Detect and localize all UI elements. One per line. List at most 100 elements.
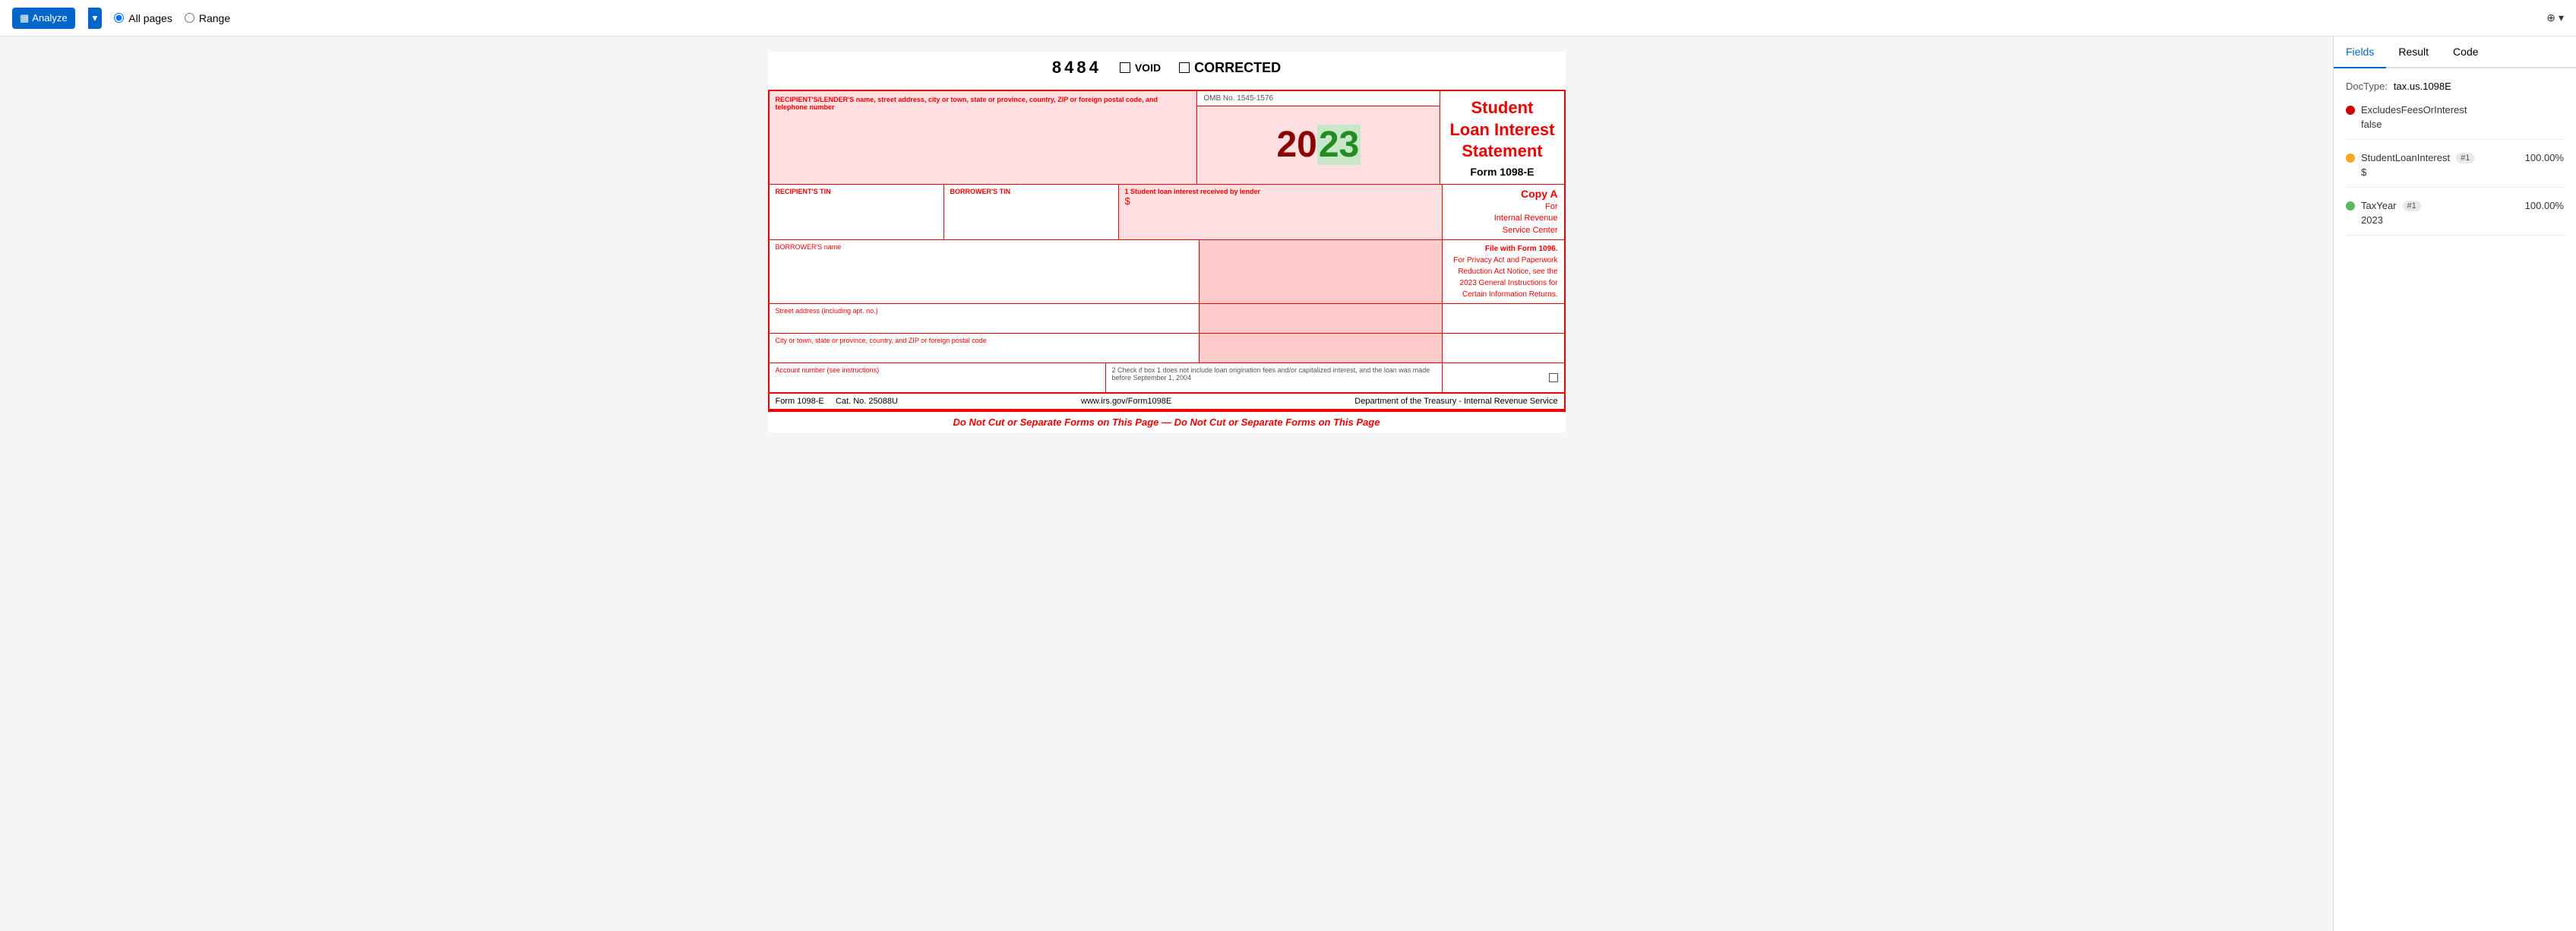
street-address-cell: Street address (including apt. no.) [770,304,1199,333]
field-header-studentloan: StudentLoanInterest #1 100.00% [2346,152,2564,163]
tab-code[interactable]: Code [2441,36,2490,68]
loan-interest-cell: 1 Student loan interest received by lend… [1119,185,1443,239]
chart-icon: ▦ [20,12,29,24]
tab-result[interactable]: Result [2386,36,2441,68]
doctype-value: tax.us.1098E [2394,81,2451,92]
city-cell: City or town, state or province, country… [770,334,1199,363]
account-row: Account number (see instructions) 2 Chec… [770,363,1564,393]
field-name-excludesfees: ExcludesFeesOrInterest [2361,104,2467,116]
dot-orange-studentloan [2346,154,2355,163]
dot-green-taxyear [2346,201,2355,211]
copy-a-section: Copy A For Internal Revenue Service Cent… [1443,185,1564,239]
document-area: 8484 VOID CORRECTED RECIPIENT'S/LENDER'S… [0,36,2333,931]
street-right-pink [1199,304,1443,333]
box2-checkbox-area [1443,363,1564,392]
field-tag-studentloan: #1 [2456,153,2474,163]
field-item-taxyear: TaxYear #1 100.00% 2023 [2346,200,2564,236]
panel-content: DocType: tax.us.1098E ExcludesFeesOrInte… [2334,68,2576,931]
top-bar: ▦ Analyze ▾ All pages Range ⊕ ▾ [0,0,2576,36]
borrower-name-row: BORROWER'S name File with Form 1096. For… [770,240,1564,304]
right-section-mid [1443,304,1564,333]
field-name-studentloan: StudentLoanInterest [2361,152,2450,163]
field-header-excludesfees: ExcludesFeesOrInterest [2346,104,2564,116]
borrower-tin-label: BORROWER'S TIN [950,188,1112,195]
layers-icon: ⊕ [2546,11,2555,24]
field-item-excludesfees: ExcludesFeesOrInterest false [2346,104,2564,140]
analyze-dropdown[interactable]: ▾ [87,8,103,29]
borrower-right-top [1199,240,1443,303]
recipient-lender-label: RECIPIENT'S/LENDER'S name, street addres… [776,96,1191,111]
form-barcode-number: 8484 [1052,58,1102,78]
page-range-group: All pages Range [114,12,230,24]
file-with-label: File with Form 1096. [1449,243,1558,255]
borrower-tin-value [950,195,1112,211]
tab-fields[interactable]: Fields [2334,36,2386,68]
field-item-studentloan: StudentLoanInterest #1 100.00% $ [2346,152,2564,188]
account-value [776,374,1099,389]
field-val-taxyear: 2023 [2361,214,2564,226]
street-label: Street address (including apt. no.) [776,307,1193,315]
footer-form-id: Form 1098-E Cat. No. 25088U [776,397,898,406]
form-title: Student Loan Interest Statement [1449,97,1554,163]
copy-a-sub: For Internal Revenue Service Center [1449,201,1558,236]
do-not-cut-text: Do Not Cut or Separate Forms on This Pag… [953,416,1380,428]
form-body: RECIPIENT'S/LENDER'S name, street addres… [768,90,1566,410]
field-percent-taxyear: 100.00% [2525,200,2564,211]
recipient-tin-cell: RECIPIENT'S TIN [770,185,944,239]
city-right-pink [1199,334,1443,363]
year-logo: 2023 [1197,106,1440,184]
field-percent-studentloan: 100.00% [2525,152,2564,163]
borrower-name-cell: BORROWER'S name [770,240,1199,303]
field-val-excludesfees: false [2361,119,2564,130]
recipient-tin-label: RECIPIENT'S TIN [776,188,937,195]
city-value [776,344,1193,359]
right-section-city [1443,334,1564,363]
borrower-name-value [776,251,1193,266]
doctype-row: DocType: tax.us.1098E [2346,81,2564,92]
dot-red-excludesfees [2346,106,2355,115]
street-row: Street address (including apt. no.) [770,304,1564,334]
footer-center: www.irs.gov/Form1098E [1081,397,1171,406]
range-radio[interactable]: Range [185,12,230,24]
street-value [776,315,1193,330]
year-20: 20 [1276,125,1316,165]
borrower-name-label: BORROWER'S name [776,243,1193,251]
all-pages-radio[interactable]: All pages [114,12,172,24]
analyze-button[interactable]: ▦ Analyze [12,8,75,29]
recipient-lender-field: RECIPIENT'S/LENDER'S name, street addres… [770,91,1198,184]
field-header-taxyear: TaxYear #1 100.00% [2346,200,2564,211]
year-23: 23 [1317,125,1361,165]
layers-button[interactable]: ⊕ ▾ [2546,11,2564,24]
privacy-text: For Privacy Act and Paperwork Reduction … [1449,255,1558,300]
void-checkbox[interactable] [1120,62,1130,73]
box2-checkbox[interactable] [1549,373,1558,382]
account-label: Account number (see instructions) [776,366,1099,374]
footer-right: Department of the Treasury - Internal Re… [1354,397,1557,406]
field-tag-taxyear: #1 [2403,201,2421,211]
void-label: VOID [1120,62,1161,74]
loan-interest-label: 1 Student loan interest received by lend… [1125,188,1436,195]
form-1098e-container: 8484 VOID CORRECTED RECIPIENT'S/LENDER'S… [768,52,1566,432]
loan-interest-value: $ [1125,195,1436,211]
borrower-tin-cell: BORROWER'S TIN [944,185,1119,239]
omb-year-section: OMB No. 1545-1576 2023 [1197,91,1440,184]
field-name-taxyear: TaxYear [2361,200,2397,211]
dollar-sign: $ [1125,195,1130,207]
right-instructions: File with Form 1096. For Privacy Act and… [1443,240,1564,303]
field-val-studentloan: $ [2361,166,2564,178]
recipient-tin-value [776,195,937,211]
corrected-checkbox[interactable] [1179,62,1190,73]
doctype-label: DocType: [2346,81,2388,92]
form-id: Form 1098-E [1449,166,1554,178]
do-not-cut-bar: Do Not Cut or Separate Forms on This Pag… [768,410,1566,432]
corrected-label: CORRECTED [1179,60,1281,76]
omb-number: OMB No. 1545-1576 [1197,91,1440,106]
account-number-cell: Account number (see instructions) [770,363,1106,392]
city-label: City or town, state or province, country… [776,337,1193,344]
city-row: City or town, state or province, country… [770,334,1564,363]
copy-a-label: Copy A [1449,188,1558,200]
chevron-down-icon: ▾ [2559,11,2564,24]
analyze-label: Analyze [32,12,67,24]
panel-tabs: Fields Result Code [2334,36,2576,68]
tin-row: RECIPIENT'S TIN BORROWER'S TIN 1 Student… [770,185,1564,240]
